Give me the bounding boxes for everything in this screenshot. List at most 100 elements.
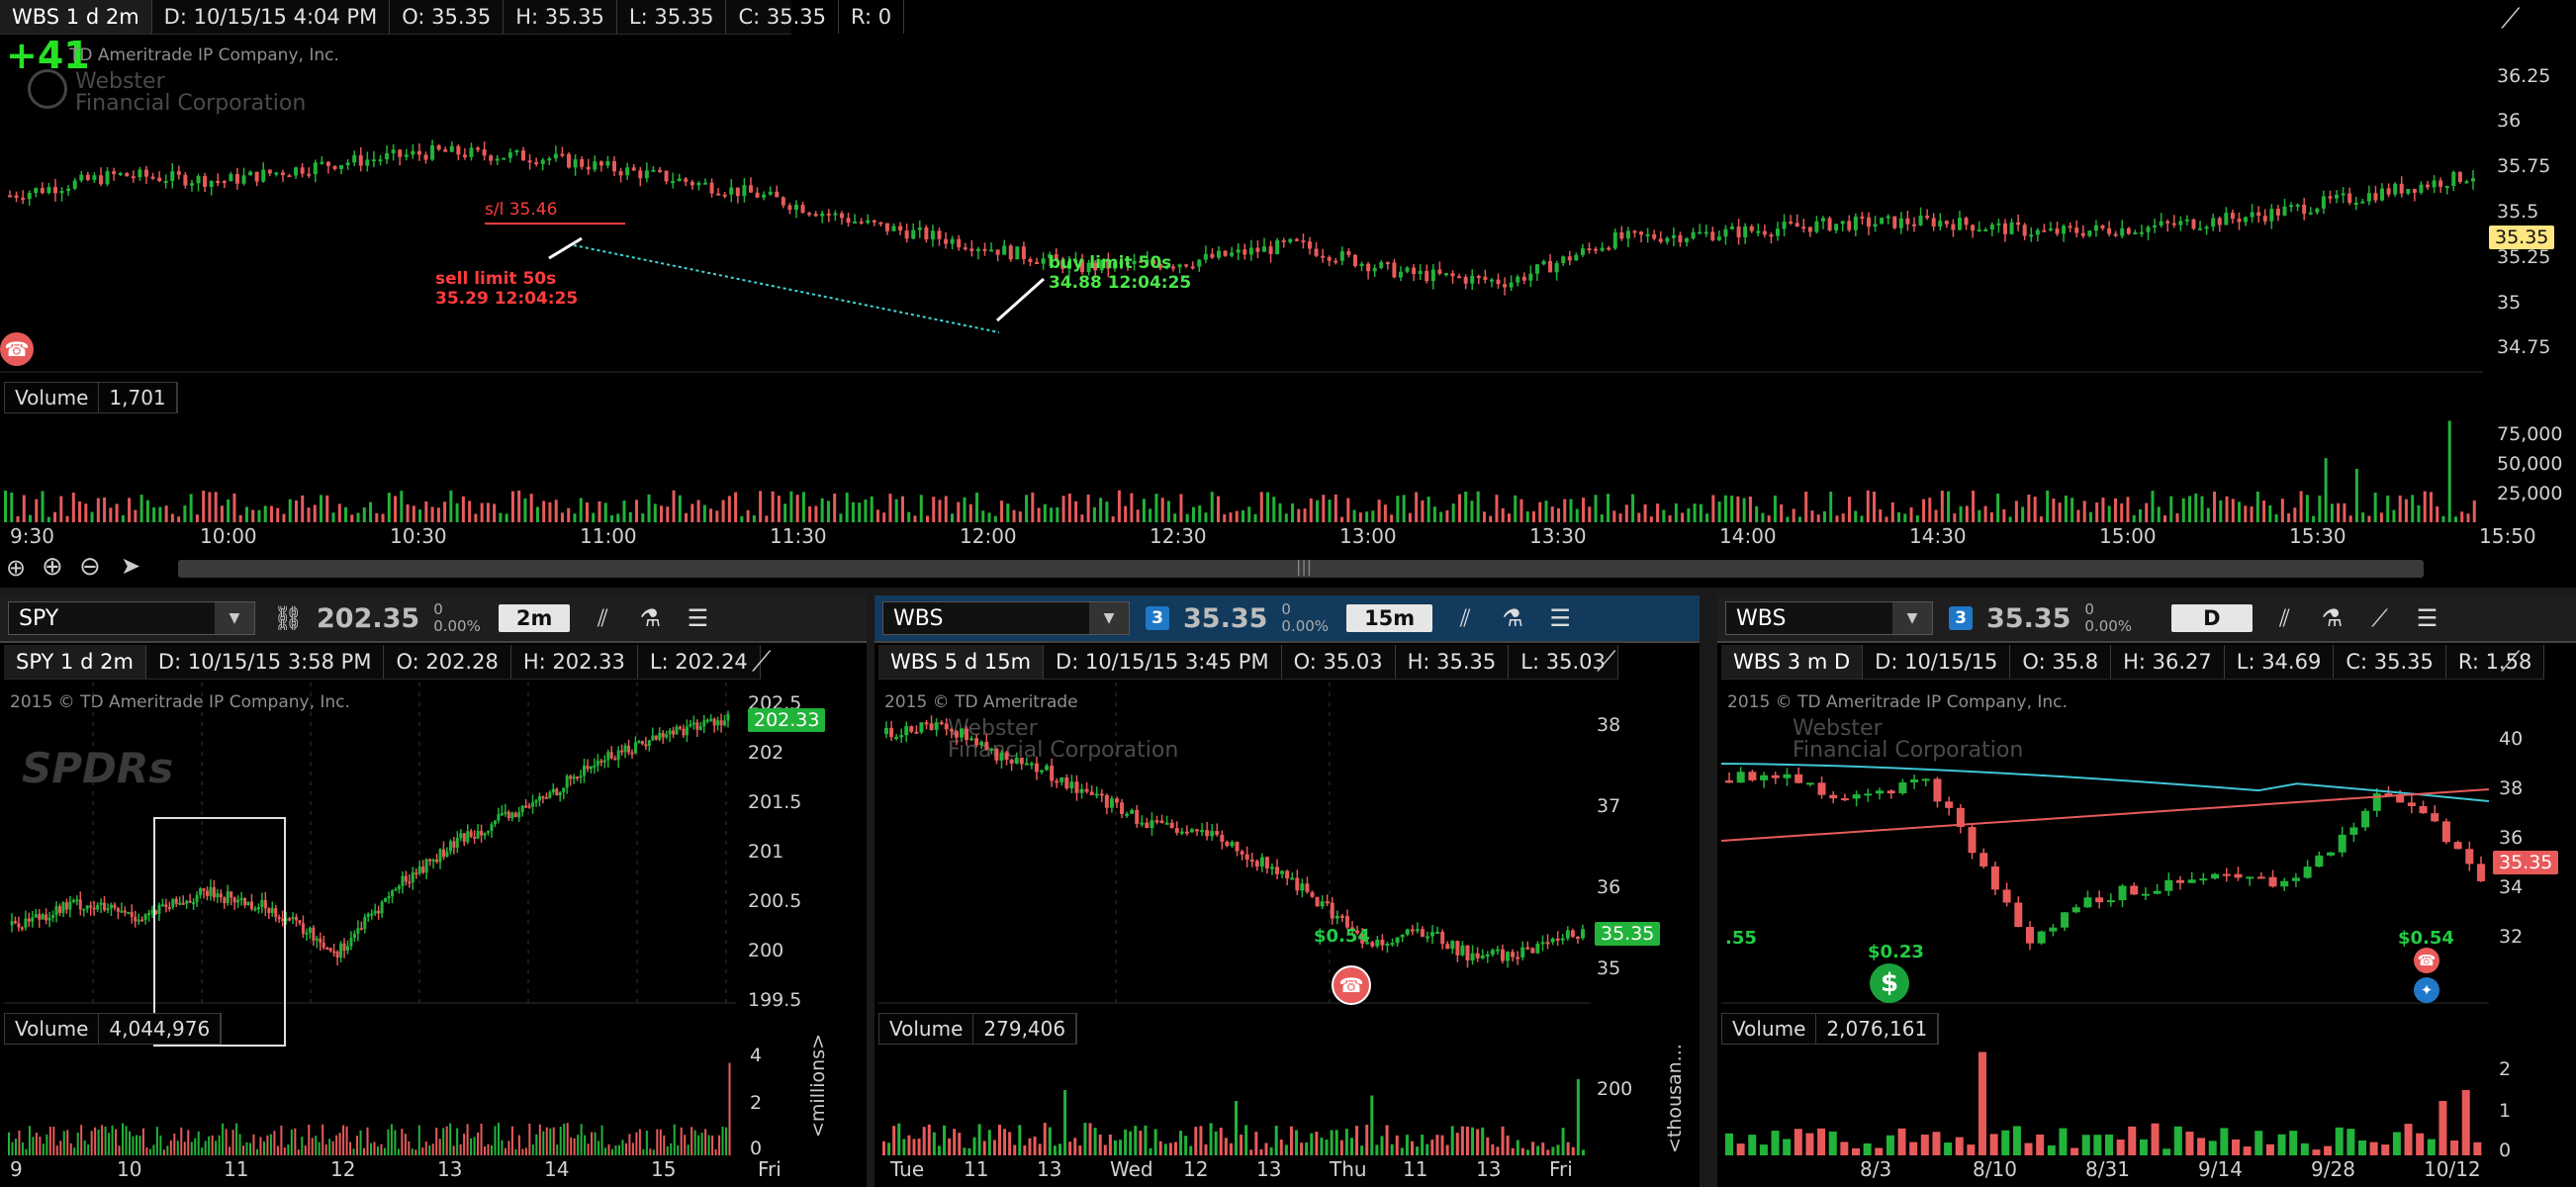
candle (1789, 222, 1794, 225)
wbs5d-info-symbol[interactable]: WBS 5 d 15m (878, 645, 1045, 679)
volume-bar (1983, 505, 1987, 522)
earnings-phone-icon[interactable]: ☎ (2414, 948, 2439, 973)
candle (537, 795, 541, 801)
wbs3m-style-icon[interactable]: ⟋ (2501, 645, 2521, 679)
volume-bar (1767, 515, 1771, 522)
chevron-down-icon[interactable]: ▼ (215, 602, 254, 634)
wbs3m-timeframe-button[interactable]: D (2171, 604, 2253, 632)
volume-bar (1742, 498, 1746, 522)
spy-symbol-input[interactable]: SPY ▼ (8, 601, 255, 635)
candle (397, 885, 401, 889)
crosshair-icon[interactable]: ⊕ (6, 554, 26, 582)
pointer-icon[interactable]: ➤ (121, 552, 140, 580)
candle (1064, 776, 1069, 788)
zoom-in-icon[interactable]: ⊕ (42, 552, 63, 582)
volume-bar (580, 1124, 583, 1155)
wbs3m-volume-chart[interactable] (1721, 1047, 2489, 1155)
volume-bar (2162, 514, 2166, 522)
candle (241, 175, 246, 184)
spy-info-symbol[interactable]: SPY 1 d 2m (4, 645, 146, 679)
link-group-badge[interactable]: 3 (1146, 606, 1169, 630)
volume-bar (981, 510, 985, 522)
drawing-tools-icon[interactable]: ⟋ (2365, 604, 2395, 632)
volume-bar (474, 513, 478, 522)
spy-volume-chart[interactable] (4, 1047, 736, 1155)
candle (1554, 263, 1559, 273)
volume-bar (1561, 1128, 1565, 1155)
studies-flask-icon[interactable]: ⚗ (1498, 604, 1527, 632)
candle (92, 175, 97, 180)
candle-style-icon[interactable]: ⫽ (2270, 604, 2300, 632)
volume-bar (1003, 1129, 1007, 1155)
candle (1179, 831, 1184, 834)
menu-icon[interactable]: ☰ (2413, 604, 2442, 632)
link-group-badge[interactable]: 3 (1949, 606, 1973, 630)
alert-bell-icon[interactable]: ☎ (0, 332, 34, 366)
wbs3m-symbol-input[interactable]: WBS ▼ (1725, 601, 1933, 635)
volume-bar (1426, 497, 1430, 522)
volume-bar (39, 1137, 42, 1155)
link-icon[interactable]: ⛓ (273, 604, 303, 632)
candle (127, 912, 131, 915)
candle-style-icon[interactable]: ⫽ (588, 604, 617, 632)
wbs5d-symbol-input[interactable]: WBS ▼ (882, 601, 1130, 635)
volume-bar (2058, 502, 2062, 522)
order-line-label[interactable]: s/l 35.46 (485, 200, 557, 220)
candle (2438, 180, 2443, 187)
volume-bar (666, 506, 670, 522)
candle (1015, 246, 1020, 260)
menu-icon[interactable]: ☰ (683, 604, 712, 632)
wbs3m-price-chart[interactable] (1721, 683, 2489, 1005)
main-price-chart[interactable] (0, 36, 2483, 374)
studies-flask-icon[interactable]: ⚗ (635, 604, 665, 632)
candle-style-icon[interactable]: ⫽ (1450, 604, 1480, 632)
candle (527, 805, 531, 808)
candle (78, 899, 82, 910)
wbs3m-info-symbol[interactable]: WBS 3 m D (1721, 645, 1864, 679)
wbs5d-timeframe-button[interactable]: 15m (1346, 604, 1433, 632)
volume-bar (1538, 502, 1542, 522)
dividend-dollar-icon[interactable]: $ (1870, 963, 1909, 1003)
candle (1520, 947, 1525, 958)
candle (1120, 802, 1125, 814)
earnings-phone-icon[interactable]: ☎ (1332, 965, 1371, 1005)
main-info-symbol[interactable]: WBS 1 d 2m (0, 0, 152, 34)
candle (352, 154, 357, 163)
info-bulb-icon[interactable]: ✦ (2414, 977, 2439, 1003)
chevron-down-icon[interactable]: ▼ (1089, 602, 1129, 634)
candle (1665, 237, 1670, 242)
candle (483, 832, 487, 836)
volume-bar (808, 505, 812, 522)
main-volume-chart[interactable] (0, 415, 2483, 522)
volume-bar (1108, 1134, 1112, 1155)
chevron-down-icon[interactable]: ▼ (1892, 602, 1932, 634)
candle (1125, 813, 1130, 816)
candle (2280, 880, 2289, 887)
volume-bar (1662, 509, 1666, 522)
candle (482, 148, 487, 156)
wbs5d-price-chart[interactable] (878, 683, 1591, 1005)
spy-style-icon[interactable]: ⟋ (752, 645, 772, 679)
candle (1425, 936, 1429, 939)
volume-bar (718, 1135, 721, 1155)
main-style-icon[interactable]: ⟋ (2501, 2, 2532, 35)
wbs5d-volume-chart[interactable] (878, 1047, 1591, 1155)
volume-bar (202, 490, 206, 522)
volume-bar (1344, 1129, 1348, 1155)
spy-timeframe-button[interactable]: 2m (498, 604, 571, 632)
volume-bar (563, 1123, 566, 1155)
spy-price-chart[interactable] (4, 683, 736, 1005)
volume-bar (567, 507, 571, 522)
candle (2303, 867, 2312, 878)
candle (2095, 897, 2104, 903)
volume-bar (269, 1134, 272, 1155)
candle (401, 875, 405, 886)
volume-bar (1219, 1128, 1223, 1155)
volume-bar (480, 502, 484, 522)
studies-flask-icon[interactable]: ⚗ (2318, 604, 2347, 632)
zoom-out-icon[interactable]: ⊖ (79, 552, 101, 582)
volume-bar (2185, 1132, 2194, 1155)
menu-icon[interactable]: ☰ (1545, 604, 1575, 632)
spy-last-tag: 202.33 (748, 708, 826, 732)
wbs5d-style-icon[interactable]: ⟋ (1597, 645, 1616, 679)
